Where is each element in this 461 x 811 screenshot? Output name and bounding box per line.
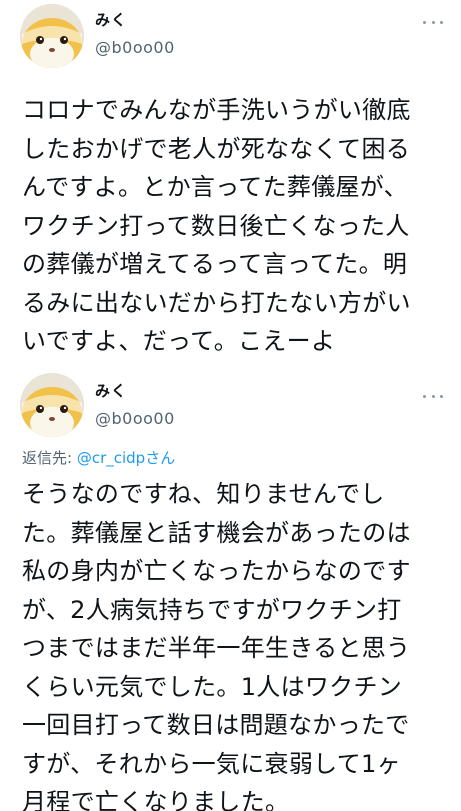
user-handle[interactable]: @b0oo00 (95, 409, 175, 428)
username[interactable]: みく (95, 9, 127, 30)
avatar[interactable] (20, 373, 84, 437)
username[interactable]: みく (95, 380, 127, 401)
more-dot (440, 20, 443, 24)
more-horizontal-icon[interactable] (423, 389, 443, 403)
more-dot (431, 394, 435, 398)
tweet[interactable]: みく @b0oo00 コロナでみんなが手洗いうがい徹底 したおかげで老人が死なな… (0, 0, 461, 363)
tweet-text: コロナでみんなが手洗いうがい徹底 したおかげで老人が死ななくて困る んですよ。と… (22, 96, 411, 355)
more-dot (423, 20, 426, 24)
reply-mention-link[interactable]: @cr_cidpさん (77, 449, 175, 467)
avatar[interactable] (20, 4, 84, 68)
guinea-pig-avatar-icon (20, 4, 84, 68)
tweet[interactable]: みく @b0oo00 返信先: @cr_cidpさん そうなのですね、知りません… (0, 363, 461, 811)
more-dot (440, 394, 443, 398)
reply-to-label: 返信先: (22, 449, 77, 467)
more-dot (423, 394, 426, 398)
user-handle[interactable]: @b0oo00 (95, 38, 175, 57)
guinea-pig-avatar-icon (20, 373, 84, 437)
reply-to: 返信先: @cr_cidpさん (22, 447, 175, 468)
more-horizontal-icon[interactable] (423, 15, 443, 29)
tweet-text: そうなのですね、知りませんでし た。葬儀屋と話す機会があったのは 私の身内が亡く… (22, 480, 411, 811)
more-dot (431, 20, 435, 24)
